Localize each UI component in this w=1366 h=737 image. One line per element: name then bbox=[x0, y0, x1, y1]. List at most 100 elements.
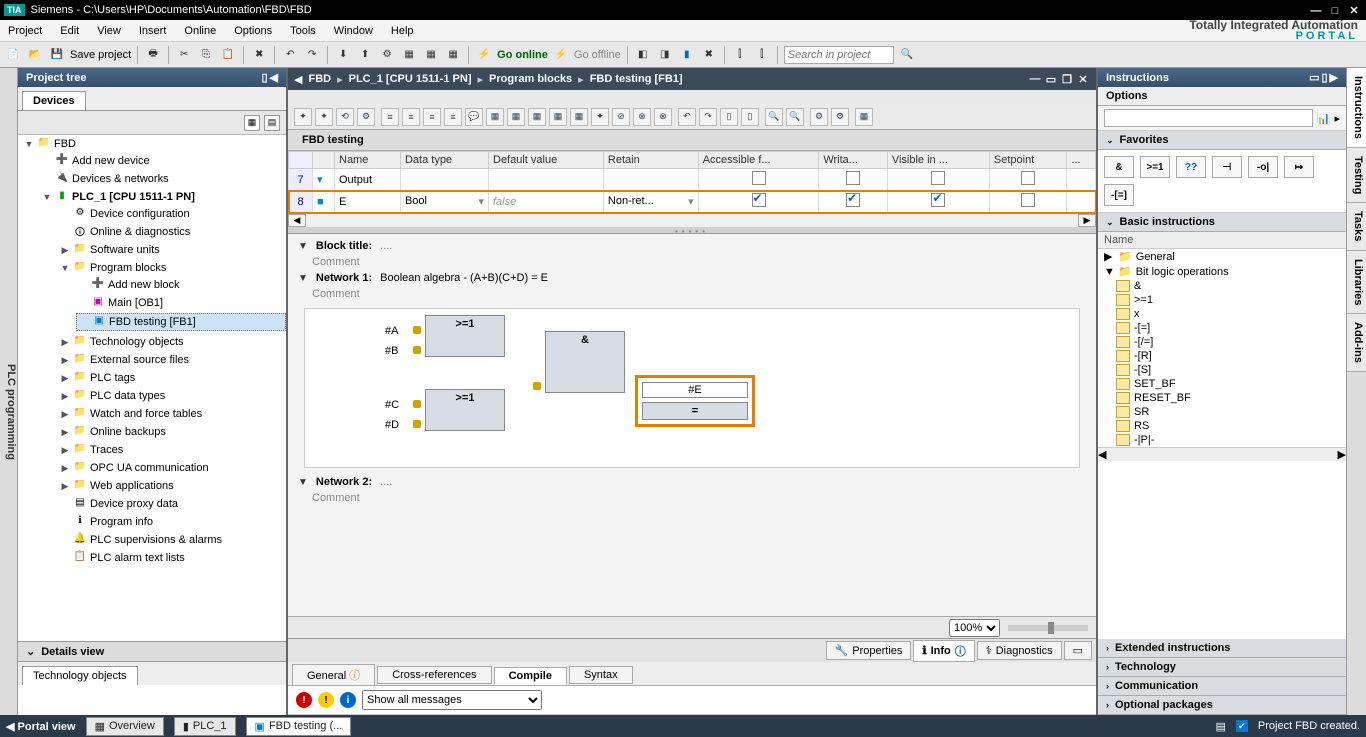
extra3-icon[interactable]: ▮ bbox=[678, 46, 696, 64]
tree-supervisions[interactable]: PLC supervisions & alarms bbox=[90, 534, 222, 546]
print-icon[interactable]: 🖶 bbox=[144, 46, 162, 64]
sb-fbd[interactable]: ▣FBD testing (... bbox=[246, 717, 352, 736]
op-assign[interactable]: -[=] bbox=[1098, 321, 1346, 335]
et-13[interactable]: ▦ bbox=[549, 108, 567, 126]
menu-options[interactable]: Options bbox=[234, 25, 272, 37]
cut-icon[interactable]: ✂ bbox=[175, 46, 193, 64]
rail-instructions[interactable]: Instructions bbox=[1347, 68, 1366, 148]
upload-icon[interactable]: ⬆ bbox=[356, 46, 374, 64]
row8-wri[interactable] bbox=[846, 193, 860, 207]
tree-plc-dtypes[interactable]: PLC data types bbox=[90, 390, 165, 402]
redo-icon[interactable]: ↷ bbox=[303, 46, 321, 64]
menu-online[interactable]: Online bbox=[184, 25, 216, 37]
menu-tools[interactable]: Tools bbox=[290, 25, 316, 37]
et-20[interactable]: ↷ bbox=[699, 108, 717, 126]
et-18[interactable]: ⊗ bbox=[654, 108, 672, 126]
col-retain[interactable]: Retain bbox=[603, 152, 698, 169]
maximize-button[interactable]: □ bbox=[1327, 5, 1343, 17]
port-d[interactable]: #D bbox=[385, 419, 399, 431]
col-acc[interactable]: Accessible f... bbox=[698, 152, 819, 169]
et-15[interactable]: ✦ bbox=[591, 108, 609, 126]
details-view-bar[interactable]: ⌄Details view bbox=[18, 641, 286, 661]
row7-wri[interactable] bbox=[846, 171, 860, 185]
fav-assign[interactable]: -[=] bbox=[1104, 184, 1134, 206]
instruction-search-input[interactable] bbox=[1104, 109, 1313, 127]
op-ptrig[interactable]: -|P|- bbox=[1098, 433, 1346, 447]
close-button[interactable]: ✕ bbox=[1346, 4, 1362, 17]
tree-prog-blocks[interactable]: Program blocks bbox=[90, 262, 166, 274]
et-26[interactable]: ⚙ bbox=[831, 108, 849, 126]
et-7[interactable]: ≡ bbox=[423, 108, 441, 126]
et-25[interactable]: ⚙ bbox=[810, 108, 828, 126]
inspector-layout-icon[interactable]: ▭ bbox=[1064, 641, 1092, 660]
subtab-syntax[interactable]: Syntax bbox=[569, 666, 633, 684]
open-project-icon[interactable]: 📂 bbox=[26, 46, 44, 64]
op-sr[interactable]: SR bbox=[1098, 405, 1346, 419]
split2-icon[interactable]: ⫿ bbox=[753, 46, 771, 64]
editor-min-icon[interactable]: — bbox=[1028, 73, 1042, 86]
rail-testing[interactable]: Testing bbox=[1347, 148, 1366, 203]
et-9[interactable]: 💬 bbox=[465, 108, 483, 126]
instr-pin-icon[interactable]: ▯ bbox=[1321, 71, 1327, 84]
extra2-icon[interactable]: ◨ bbox=[656, 46, 674, 64]
et-10[interactable]: ▦ bbox=[486, 108, 504, 126]
iface-grip[interactable]: ••••• bbox=[288, 227, 1096, 233]
fav-ncoil[interactable]: -o| bbox=[1248, 156, 1278, 178]
error-icon[interactable]: ! bbox=[296, 692, 312, 708]
et-5[interactable]: ≡ bbox=[381, 108, 399, 126]
message-filter-select[interactable]: Show all messages bbox=[362, 690, 542, 710]
save-icon[interactable]: 💾 bbox=[48, 46, 66, 64]
split1-icon[interactable]: ⫿ bbox=[731, 46, 749, 64]
crumb-0[interactable]: FBD bbox=[308, 73, 331, 85]
row7-vis[interactable] bbox=[931, 171, 945, 185]
output-tag[interactable]: #E bbox=[642, 382, 748, 398]
et-16[interactable]: ⊘ bbox=[612, 108, 630, 126]
tool-icon[interactable]: ▦ bbox=[400, 46, 418, 64]
project-tree[interactable]: ▼📁FBD ➕Add new device 🔌Devices & network… bbox=[18, 135, 286, 641]
tree-fbd-testing[interactable]: FBD testing [FB1] bbox=[109, 316, 196, 328]
info-icon[interactable]: i bbox=[340, 692, 356, 708]
et-6[interactable]: ≡ bbox=[402, 108, 420, 126]
pin-icon[interactable]: ▯ bbox=[261, 71, 267, 84]
row8-acc[interactable] bbox=[752, 193, 766, 207]
et-11[interactable]: ▦ bbox=[507, 108, 525, 126]
delete-icon[interactable]: ✖ bbox=[250, 46, 268, 64]
go-online-icon[interactable]: ⚡ bbox=[475, 46, 493, 64]
crumb-3[interactable]: FBD testing [FB1] bbox=[590, 73, 683, 85]
tree-alarm-lists[interactable]: PLC alarm text lists bbox=[90, 552, 185, 564]
opt-icon2[interactable]: ▸ bbox=[1334, 112, 1340, 125]
editor-max-icon[interactable]: ▭ bbox=[1044, 73, 1058, 86]
col-sp[interactable]: Setpoint bbox=[989, 152, 1066, 169]
gate-and[interactable]: & bbox=[545, 331, 625, 393]
menu-view[interactable]: View bbox=[97, 25, 121, 37]
op-resetbf[interactable]: RESET_BF bbox=[1098, 391, 1346, 405]
tree-tool2-icon[interactable]: ▤ bbox=[264, 115, 280, 131]
opt-icon1[interactable]: 📊 bbox=[1317, 112, 1331, 125]
copy-icon[interactable]: ⎘ bbox=[197, 46, 215, 64]
crumb-2[interactable]: Program blocks bbox=[489, 73, 572, 85]
iface-row-8[interactable]: 8 ■ E Bool ▾ false Non-ret... ▾ bbox=[289, 191, 1096, 213]
et-2[interactable]: ✦ bbox=[315, 108, 333, 126]
ext-instr-header[interactable]: ›Extended instructions bbox=[1098, 639, 1346, 658]
menu-project[interactable]: Project bbox=[8, 25, 42, 37]
port-a[interactable]: #A bbox=[385, 325, 398, 337]
tree-sw-units[interactable]: Software units bbox=[90, 244, 160, 256]
tab-info[interactable]: ℹInfoⓘ bbox=[913, 640, 974, 662]
iface-scrollbar[interactable]: ◀▶ bbox=[288, 213, 1096, 227]
tree-tech-obj[interactable]: Technology objects bbox=[90, 336, 184, 348]
tree-add-device[interactable]: Add new device bbox=[72, 155, 150, 167]
subtab-general[interactable]: General ⓘ bbox=[292, 664, 375, 686]
et-3[interactable]: ⟲ bbox=[336, 108, 354, 126]
op-nassign[interactable]: -[/=] bbox=[1098, 335, 1346, 349]
tree-traces[interactable]: Traces bbox=[90, 444, 123, 456]
et-27[interactable]: ▦ bbox=[855, 108, 873, 126]
fav-or[interactable]: >=1 bbox=[1140, 156, 1170, 178]
tree-tool1-icon[interactable]: ▦ bbox=[244, 115, 260, 131]
paste-icon[interactable]: 📋 bbox=[219, 46, 237, 64]
tab-diagnostics[interactable]: ⚕Diagnostics bbox=[977, 641, 1062, 660]
tree-plc1[interactable]: PLC_1 [CPU 1511-1 PN] bbox=[72, 191, 195, 203]
grp-bitlogic[interactable]: ▼📁Bit logic operations bbox=[1098, 264, 1346, 279]
port-b[interactable]: #B bbox=[385, 345, 398, 357]
tab-properties[interactable]: 🔧Properties bbox=[826, 641, 912, 660]
op-or[interactable]: >=1 bbox=[1098, 293, 1346, 307]
